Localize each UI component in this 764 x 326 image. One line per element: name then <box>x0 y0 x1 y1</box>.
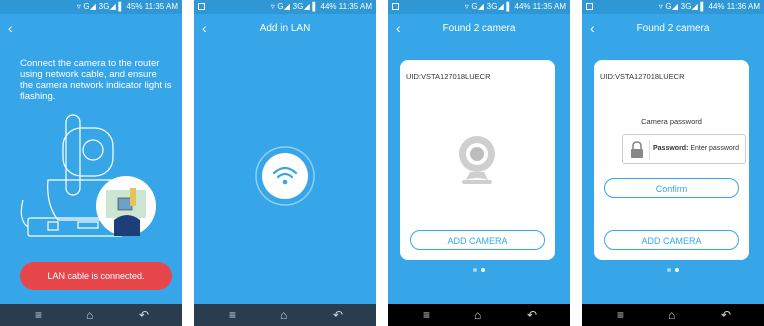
system-nav-bar: ≡ ⌂ ↶ <box>194 304 376 326</box>
status-bar: ▿ G◢ 3G◢ ▌ 44% 11:35 AM <box>388 0 570 14</box>
lock-icon <box>631 141 643 158</box>
status-bar: ▿ G◢ 3G◢ ▌ 45% 11:35 AM <box>0 0 182 14</box>
notification-icon <box>392 3 399 10</box>
home-icon[interactable]: ⌂ <box>280 307 287 323</box>
back-icon[interactable]: ↶ <box>527 307 537 323</box>
signal-icons: ▿ G◢ 3G◢ ▌ <box>658 2 707 11</box>
status-time: 11:35 AM <box>532 2 566 11</box>
signal-icons: ▿ G◢ 3G◢ ▌ <box>464 2 513 11</box>
signal-icons: ▿ G◢ 3G◢ ▌ <box>270 2 319 11</box>
status-bar: ▿ G◢ 3G◢ ▌ 44% 11:35 AM <box>194 0 376 14</box>
page-indicator <box>582 268 764 272</box>
system-nav-bar: ≡ ⌂ ↶ <box>0 304 182 326</box>
password-input[interactable]: Password: Enter password <box>653 145 739 152</box>
page-dot-active[interactable] <box>481 268 485 272</box>
page-dot-active[interactable] <box>675 268 679 272</box>
camera-icon <box>459 136 495 184</box>
screen-add-in-lan: ▿ G◢ 3G◢ ▌ 44% 11:35 AM ‹ Add in LAN ≡ ⌂… <box>194 0 376 326</box>
status-time: 11:35 AM <box>338 2 372 11</box>
camera-router-illustration-icon <box>20 114 156 237</box>
top-bar: ‹ Add in LAN <box>194 14 376 44</box>
camera-card: UID:VSTA127018LUECR Camera password Pass… <box>594 60 749 260</box>
page-title: Found 2 camera <box>636 23 710 34</box>
password-field[interactable]: Password: Enter password <box>622 134 746 164</box>
system-nav-bar: ≡ ⌂ ↶ <box>582 304 764 326</box>
camera-password-label: Camera password <box>641 117 702 126</box>
camera-card: UID:VSTA127018LUECR ADD CAMERA <box>400 60 555 260</box>
menu-icon[interactable]: ≡ <box>35 307 42 323</box>
status-bar: ▿ G◢ 3G◢ ▌ 44% 11:36 AM <box>582 0 764 14</box>
menu-icon[interactable]: ≡ <box>617 307 624 323</box>
top-bar: ‹ Found 2 camera <box>582 14 764 44</box>
page-dot[interactable] <box>473 268 477 272</box>
camera-uid: UID:VSTA127018LUECR <box>406 72 491 81</box>
battery-level: 45% <box>126 2 143 11</box>
screen-found-camera: ▿ G◢ 3G◢ ▌ 44% 11:35 AM ‹ Found 2 camera… <box>388 0 570 326</box>
page-title: Found 2 camera <box>442 23 516 34</box>
battery-level: 44% <box>320 2 337 11</box>
page-title: Add in LAN <box>259 23 311 34</box>
screen-camera-password: ▿ G◢ 3G◢ ▌ 44% 11:36 AM ‹ Found 2 camera… <box>582 0 764 326</box>
field-divider <box>649 140 650 160</box>
page-indicator <box>388 268 570 272</box>
home-icon[interactable]: ⌂ <box>474 307 481 323</box>
status-time: 11:36 AM <box>726 2 760 11</box>
system-nav-bar: ≡ ⌂ ↶ <box>388 304 570 326</box>
screen-connect-instructions: ▿ G◢ 3G◢ ▌ 45% 11:35 AM ‹ Connect the ca… <box>0 0 182 326</box>
wifi-search-icon <box>255 146 315 206</box>
password-field-label: Password: <box>653 145 689 152</box>
notification-icon <box>198 3 205 10</box>
confirm-button[interactable]: Confirm <box>604 178 739 198</box>
password-placeholder: Enter password <box>690 145 739 152</box>
signal-icons: ▿ G◢ 3G◢ ▌ <box>76 2 125 11</box>
camera-uid: UID:VSTA127018LUECR <box>600 72 685 81</box>
back-icon[interactable]: ↶ <box>721 307 731 323</box>
add-camera-button[interactable]: ADD CAMERA <box>410 230 545 250</box>
back-icon[interactable]: ↶ <box>333 307 343 323</box>
top-bar: ‹ Found 2 camera <box>388 14 570 44</box>
menu-icon[interactable]: ≡ <box>423 307 430 323</box>
back-arrow-icon[interactable]: ‹ <box>8 20 13 36</box>
home-icon[interactable]: ⌂ <box>86 307 93 323</box>
lan-connected-button[interactable]: LAN cable is connected. <box>20 262 172 290</box>
notification-icon <box>586 3 593 10</box>
top-bar: ‹ <box>0 14 182 44</box>
battery-level: 44% <box>708 2 725 11</box>
home-icon[interactable]: ⌂ <box>668 307 675 323</box>
instruction-text: Connect the camera to the router using n… <box>20 58 172 102</box>
status-time: 11:35 AM <box>144 2 178 11</box>
battery-level: 44% <box>514 2 531 11</box>
page-dot[interactable] <box>667 268 671 272</box>
back-icon[interactable]: ↶ <box>139 307 149 323</box>
add-camera-button[interactable]: ADD CAMERA <box>604 230 739 250</box>
menu-icon[interactable]: ≡ <box>229 307 236 323</box>
